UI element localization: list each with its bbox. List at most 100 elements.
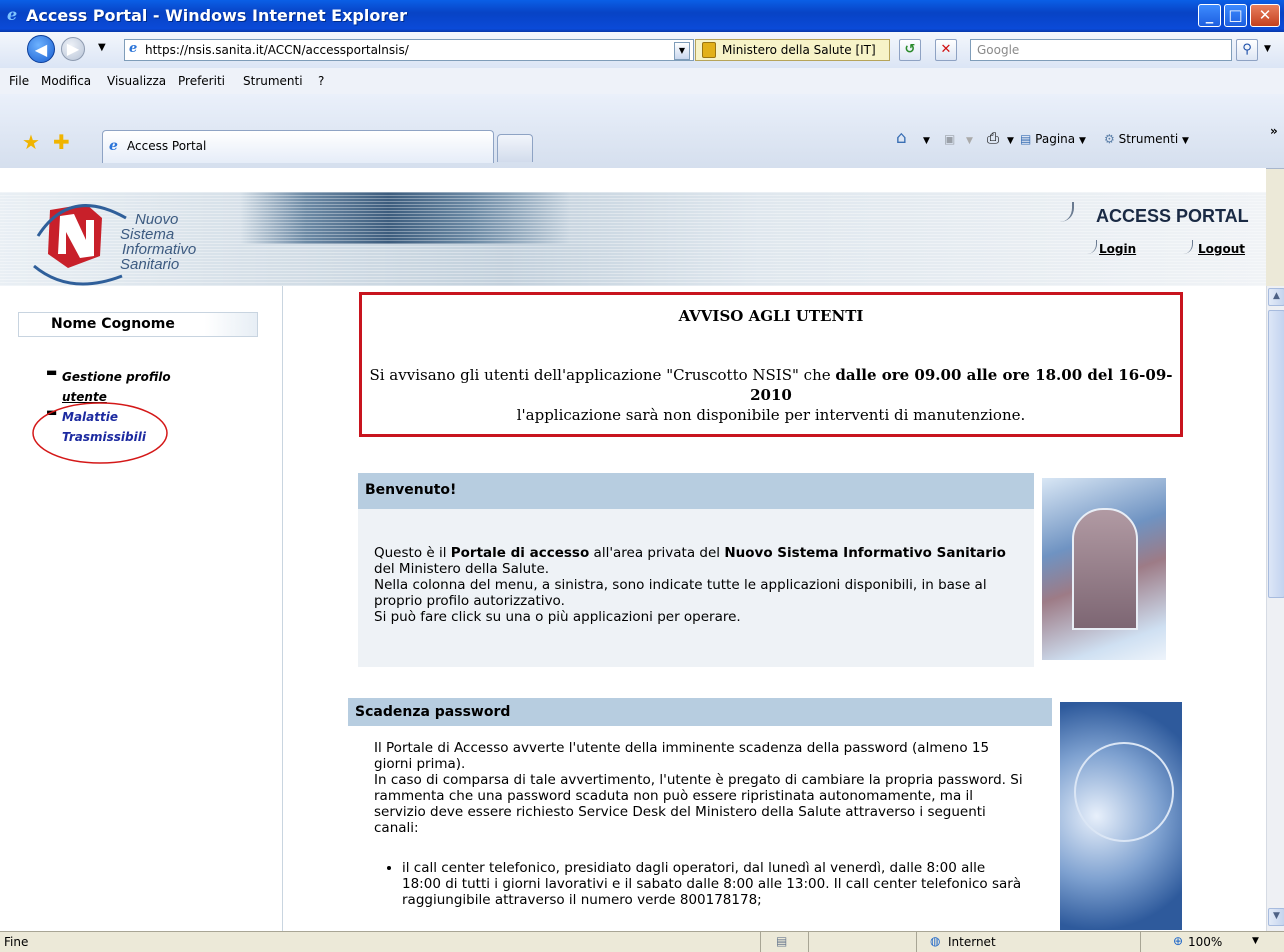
login-link[interactable]: Login — [1099, 242, 1136, 256]
scroll-down-button[interactable]: ▼ — [1268, 908, 1284, 926]
status-divider — [808, 932, 809, 952]
page-icon: e — [129, 41, 138, 56]
password-paragraph: Il Portale di Accesso avverte l'utente d… — [374, 740, 990, 772]
security-report[interactable]: Ministero della Salute [IT] — [695, 39, 890, 61]
address-input[interactable]: e https://nsis.sanita.it/ACCN/accessport… — [124, 39, 694, 61]
search-icon[interactable]: ⚲ — [1236, 39, 1258, 61]
zone-label: Internet — [948, 935, 996, 949]
bullet-icon: ▬ — [46, 365, 58, 379]
welcome-text-c: all'area privata del — [589, 545, 725, 561]
new-tab-button[interactable] — [497, 134, 533, 162]
tab-access-portal[interactable]: e Access Portal — [102, 130, 494, 163]
minimize-button[interactable]: _ — [1198, 4, 1221, 27]
page-menu-dropdown-icon: ▼ — [1078, 136, 1086, 146]
welcome-paragraph: Questo è il Portale di accesso all'area … — [374, 545, 1018, 577]
welcome-text-e: del Ministero della Salute. — [374, 561, 550, 577]
password-body: Il Portale di Accesso avverte l'utente d… — [348, 726, 1052, 931]
tools-gear-icon: ⚙ — [1104, 132, 1115, 146]
password-paragraph: In caso di comparsa di tale avvertimento… — [374, 772, 1023, 836]
logo-text: Nuovo Sistema Informativo Sanitario — [120, 212, 196, 272]
notice-box: AVVISO AGLI UTENTI Si avvisano gli utent… — [359, 292, 1183, 437]
menu-bar: File Modifica Visualizza Preferiti Strum… — [0, 68, 1284, 95]
welcome-text-a: Questo è il — [374, 545, 451, 561]
notice-text-b: l'applicazione sarà non disponibile per … — [516, 406, 1026, 424]
maximize-button[interactable]: □ — [1224, 4, 1247, 27]
refresh-button[interactable]: ↺ — [899, 39, 921, 61]
logo-word-sanitario: Sanitario — [120, 256, 180, 273]
zoom-icon[interactable]: ⊕ — [1173, 934, 1183, 948]
home-dropdown-icon[interactable]: ▼ — [923, 136, 930, 146]
menu-help[interactable]: ? — [318, 74, 324, 88]
history-dropdown-icon[interactable]: ▼ — [98, 42, 106, 53]
print-dropdown-icon[interactable]: ▼ — [1007, 136, 1014, 146]
globe-icon: ◍ — [930, 934, 941, 948]
notice-text-a: Si avvisano gli utenti dell'applicazione… — [369, 366, 836, 384]
address-text: https://nsis.sanita.it/ACCN/accessportal… — [145, 43, 409, 57]
page-menu-icon: ▤ — [1020, 132, 1032, 146]
home-icon[interactable]: ⌂ — [896, 128, 907, 148]
vertical-scrollbar[interactable]: ▲ ▼ — [1266, 286, 1284, 931]
zoom-dropdown-icon[interactable]: ▼ — [1252, 936, 1259, 946]
feeds-icon[interactable]: ▣ — [944, 132, 955, 146]
menu-file[interactable]: File — [9, 74, 29, 88]
welcome-heading: Benvenuto! — [358, 473, 1034, 509]
page-menu[interactable]: ▤ Pagina ▼ — [1020, 132, 1086, 146]
door-image — [1042, 478, 1166, 660]
security-label: Ministero della Salute [IT] — [722, 43, 876, 57]
forward-button[interactable]: ▶ — [61, 37, 85, 61]
close-button[interactable]: ✕ — [1250, 4, 1280, 27]
clock-face — [1074, 742, 1174, 842]
tab-label: Access Portal — [127, 139, 207, 153]
welcome-paragraph: Nella colonna del menu, a sinistra, sono… — [374, 577, 987, 609]
menu-preferiti[interactable]: Preferiti — [178, 74, 225, 88]
more-commands-icon[interactable]: » — [1270, 124, 1278, 138]
scroll-up-button[interactable]: ▲ — [1268, 288, 1284, 306]
address-dropdown-icon[interactable]: ▼ — [674, 42, 690, 60]
tab-page-icon: e — [109, 138, 118, 154]
red-highlight-ellipse — [32, 402, 168, 464]
search-input[interactable]: Google — [970, 39, 1232, 61]
tools-menu-label: Strumenti — [1118, 132, 1179, 146]
tools-menu[interactable]: ⚙ Strumenti ▼ — [1104, 132, 1189, 146]
status-bar: Fine ▤ ◍ Internet ⊕ 100% ▼ — [0, 931, 1284, 952]
clock-image — [1060, 702, 1182, 930]
stop-button[interactable]: ✕ — [935, 39, 957, 61]
logo-word-nuovo: Nuovo — [135, 211, 179, 228]
user-name: Nome Cognome — [18, 312, 258, 337]
back-button[interactable]: ◀ — [27, 35, 55, 63]
page-viewport: Nuovo Sistema Informativo Sanitario ACCE… — [0, 168, 1266, 931]
scroll-thumb[interactable] — [1268, 310, 1284, 598]
status-page-icon: ▤ — [776, 934, 788, 948]
welcome-text-b: Portale di accesso — [450, 545, 590, 561]
add-favorites-icon[interactable]: ✚ — [53, 130, 70, 154]
tools-menu-dropdown-icon: ▼ — [1182, 136, 1189, 146]
welcome-paragraph: Si può fare click su una o più applicazi… — [374, 609, 741, 625]
nsis-logo-icon — [33, 204, 127, 286]
logo-word-informativo: Informativo — [122, 241, 197, 258]
notice-text: Si avvisano gli utenti dell'applicazione… — [362, 365, 1180, 425]
status-divider — [916, 932, 917, 952]
menu-strumenti[interactable]: Strumenti — [243, 74, 303, 88]
status-text: Fine — [4, 935, 29, 949]
favorites-star-icon[interactable]: ★ — [22, 130, 40, 154]
address-toolbar: ◀ ▶ ▼ e https://nsis.sanita.it/ACCN/acce… — [0, 32, 1284, 69]
notice-title: AVVISO AGLI UTENTI — [678, 307, 864, 325]
logout-link[interactable]: Logout — [1198, 242, 1245, 256]
window-title-bar[interactable]: e Access Portal - Windows Internet Explo… — [0, 0, 1284, 32]
tab-bar: ★ ✚ e Access Portal ⌂ ▼ ▣ ▼ ⎙ ▼ ▤ Pagina… — [0, 94, 1284, 169]
feeds-dropdown-icon[interactable]: ▼ — [966, 136, 973, 146]
door-shape — [1072, 508, 1138, 630]
lock-icon — [702, 42, 716, 58]
zoom-level[interactable]: 100% — [1188, 935, 1222, 949]
status-divider — [1140, 932, 1141, 952]
search-options-icon[interactable]: ▼ — [1264, 44, 1271, 54]
menu-modifica[interactable]: Modifica — [41, 74, 91, 88]
print-icon[interactable]: ⎙ — [987, 129, 999, 147]
menu-visualizza[interactable]: Visualizza — [107, 74, 166, 88]
welcome-body: Questo è il Portale di accesso all'area … — [358, 509, 1034, 667]
ie-logo-icon: e — [7, 5, 18, 24]
page-menu-label: Pagina — [1035, 132, 1076, 146]
password-heading: Scadenza password — [348, 698, 1052, 726]
password-channels-list: il call center telefonico, presidiato da… — [374, 860, 1026, 908]
welcome-text-d: Nuovo Sistema Informativo Sanitario — [724, 545, 1006, 561]
